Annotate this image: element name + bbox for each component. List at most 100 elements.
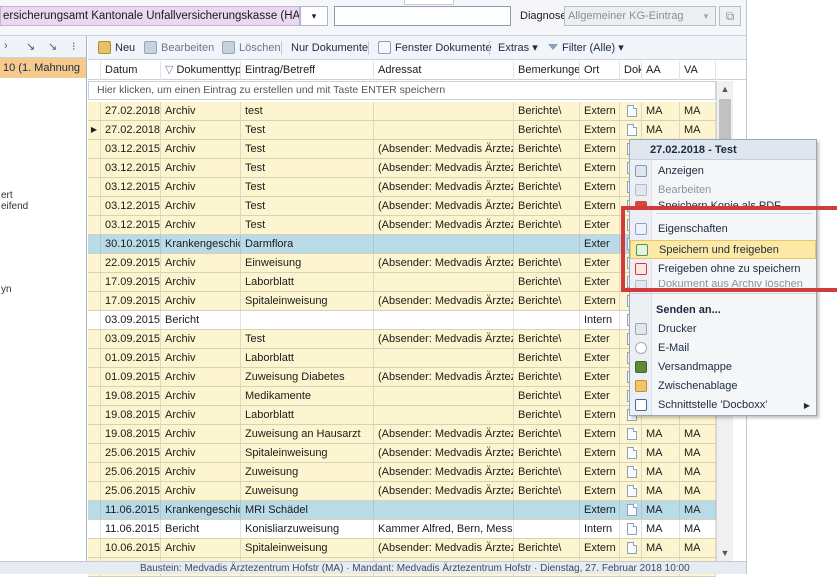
cell-subject: Spitaleinweisung (241, 292, 374, 310)
table-row[interactable]: 19.08.2015 Archiv Zuweisung an Hausarzt (Ab… (88, 425, 716, 444)
table-row[interactable]: 19.08.2015 Archiv Medikamente Berichte\ Exte… (88, 387, 716, 406)
table-row[interactable]: 11.06.2015 Krankengeschic MRI Schädel Exter… (88, 501, 716, 520)
column-header-va[interactable]: VA (680, 61, 716, 80)
column-header-place[interactable]: Ort (580, 61, 620, 80)
left-toolbar-icon-2[interactable]: ↘ (26, 40, 35, 53)
column-header-subject[interactable]: Eintrag/Betreff (241, 61, 374, 80)
document-icon[interactable] (627, 523, 637, 535)
table-row[interactable]: 03.12.2015 Archiv Test (Absender: Medvadis … (88, 159, 716, 178)
table-row[interactable]: 03.12.2015 Archiv Test (Absender: Medvadis … (88, 140, 716, 159)
document-icon[interactable] (627, 447, 637, 459)
left-toolbar-overflow-icon[interactable]: ⁝ (72, 40, 76, 53)
insurance-dropdown-button[interactable]: ▾ (300, 6, 328, 26)
search-input[interactable] (334, 6, 511, 26)
cell-place: Extern (580, 444, 620, 462)
extras-menu-button[interactable]: Extras ▾ (498, 36, 538, 60)
table-row[interactable]: 25.06.2015 Archiv Spitaleinweisung (Absende… (88, 444, 716, 463)
only-documents-button[interactable]: Nur Dokumente (291, 36, 368, 60)
cell-place: Exter (580, 273, 620, 291)
table-row[interactable]: 25.06.2015 Archiv Zuweisung (Absender: Medv… (88, 482, 716, 501)
scroll-up-icon[interactable]: ▲ (717, 81, 733, 97)
table-row[interactable]: 01.09.2015 Archiv Zuweisung Diabetes (Absen… (88, 368, 716, 387)
table-row[interactable]: 25.06.2015 Archiv Zuweisung (Absender: Medv… (88, 463, 716, 482)
table-row[interactable]: 03.12.2015 Archiv Test (Absender: Medvadis … (88, 178, 716, 197)
menu-item-edit[interactable]: Bearbeiten (630, 181, 816, 200)
diagnose-edit-button[interactable]: ⧉ (719, 6, 741, 26)
delete-button[interactable]: Löschen (222, 36, 281, 60)
cell-addressee: (Absender: Medvadis Ärztezen (374, 539, 514, 557)
left-toolbar-icon-3[interactable]: ↘ (48, 40, 57, 53)
cell-date: 03.09.2015 (101, 330, 161, 348)
column-header-doctype[interactable]: ▽ Dokumenttyp (161, 61, 241, 80)
diagnose-select[interactable]: Allgemeiner KG-Eintrag ▾ (564, 6, 716, 26)
window-documents-button[interactable]: Fenster Dokumente (378, 36, 492, 60)
menu-item-clipboard[interactable]: Zwischenablage (630, 377, 816, 396)
new-button[interactable]: Neu (98, 36, 135, 60)
menu-item-mailing-folder[interactable]: Versandmappe (630, 358, 816, 377)
menu-item-printer[interactable]: Drucker (630, 320, 816, 339)
cell-date: 03.12.2015 (101, 140, 161, 158)
chevron-down-icon: ▾ (703, 11, 709, 21)
header-collapsed-control[interactable] (404, 0, 454, 5)
column-header-remarks[interactable]: Bemerkungen (514, 61, 580, 80)
left-selected-item[interactable]: 10 (1. Mahnung (0, 58, 86, 78)
table-row[interactable]: 01.09.2015 Archiv Laborblatt Berichte\ Exter (88, 349, 716, 368)
clipboard-icon (635, 380, 647, 392)
document-icon[interactable] (627, 124, 637, 136)
document-icon[interactable] (627, 542, 637, 554)
table-row[interactable]: 11.06.2015 Bericht Konisliarzuweisung Kamme… (88, 520, 716, 539)
menu-item-show[interactable]: Anzeigen (630, 162, 816, 181)
cell-doctype: Archiv (161, 463, 241, 481)
new-entry-row[interactable]: Hier klicken, um einen Eintrag zu erstel… (88, 81, 716, 100)
table-row[interactable]: 19.08.2015 Archiv Laborblatt Berichte\ Exter… (88, 406, 716, 425)
menu-item-docboxx-label: Schnittstelle 'Docboxx' (658, 399, 768, 411)
toolbar-divider (281, 41, 282, 55)
cell-remarks: Berichte\ (514, 159, 580, 177)
highlight-annotation-box (621, 206, 837, 292)
document-icon[interactable] (627, 504, 637, 516)
cell-doctype: Bericht (161, 520, 241, 538)
cell-remarks (514, 520, 580, 538)
column-header-doc[interactable]: Dok (620, 61, 642, 80)
cell-doctype: Archiv (161, 349, 241, 367)
cell-addressee: (Absender: Medvadis Ärztezen (374, 425, 514, 443)
cell-aa: MA (642, 121, 680, 139)
edit-button[interactable]: Bearbeiten (144, 36, 214, 60)
cell-doc (620, 539, 642, 557)
column-header-date[interactable]: Datum (101, 61, 161, 80)
row-selector (88, 273, 101, 291)
table-row[interactable]: 17.09.2015 Archiv Spitaleinweisung (Absende… (88, 292, 716, 311)
row-selector (88, 292, 101, 310)
row-selector (88, 349, 101, 367)
filter-menu-button[interactable]: Filter (Alle) ▾ (548, 36, 624, 60)
cell-subject: Laborblatt (241, 406, 374, 424)
new-document-icon (98, 41, 111, 54)
scroll-thumb[interactable] (719, 99, 731, 141)
table-row[interactable]: 10.06.2015 Archiv Spitaleinweisung (Absende… (88, 539, 716, 558)
cell-subject: Zuweisung an Hausarzt (241, 425, 374, 443)
cell-date: 19.08.2015 (101, 406, 161, 424)
scroll-down-icon[interactable]: ▼ (717, 545, 733, 561)
left-text-fragment: yn (1, 284, 12, 295)
column-header-aa[interactable]: AA (642, 61, 680, 80)
menu-item-email[interactable]: E-Mail (630, 339, 816, 358)
table-row[interactable]: 03.09.2015 Archiv Test (Absender: Medvadis … (88, 330, 716, 349)
table-row[interactable]: ▶ 27.02.2018 Archiv Test Berichte\ Extern MA MA (88, 121, 716, 140)
cell-remarks: Berichte\ (514, 197, 580, 215)
cell-subject: Test (241, 140, 374, 158)
insurance-field[interactable]: ersicherungsamt Kantonale Unfallversiche… (0, 6, 300, 26)
table-row[interactable]: 27.02.2018 Archiv test Berichte\ Extern MA MA (88, 102, 716, 121)
cell-va: MA (680, 425, 716, 443)
left-toolbar-icon-1[interactable]: › (4, 40, 8, 52)
document-icon[interactable] (627, 485, 637, 497)
column-header-addressee[interactable]: Adressat (374, 61, 514, 80)
document-icon[interactable] (627, 428, 637, 440)
row-selector (88, 197, 101, 215)
cell-place: Exter (580, 235, 620, 253)
menu-item-docboxx-interface[interactable]: Schnittstelle 'Docboxx' ▶ (630, 396, 816, 415)
document-icon[interactable] (627, 466, 637, 478)
delete-icon (222, 41, 235, 54)
table-row[interactable]: 03.09.2015 Bericht Intern (88, 311, 716, 330)
document-icon[interactable] (627, 105, 637, 117)
cell-remarks: Berichte\ (514, 463, 580, 481)
